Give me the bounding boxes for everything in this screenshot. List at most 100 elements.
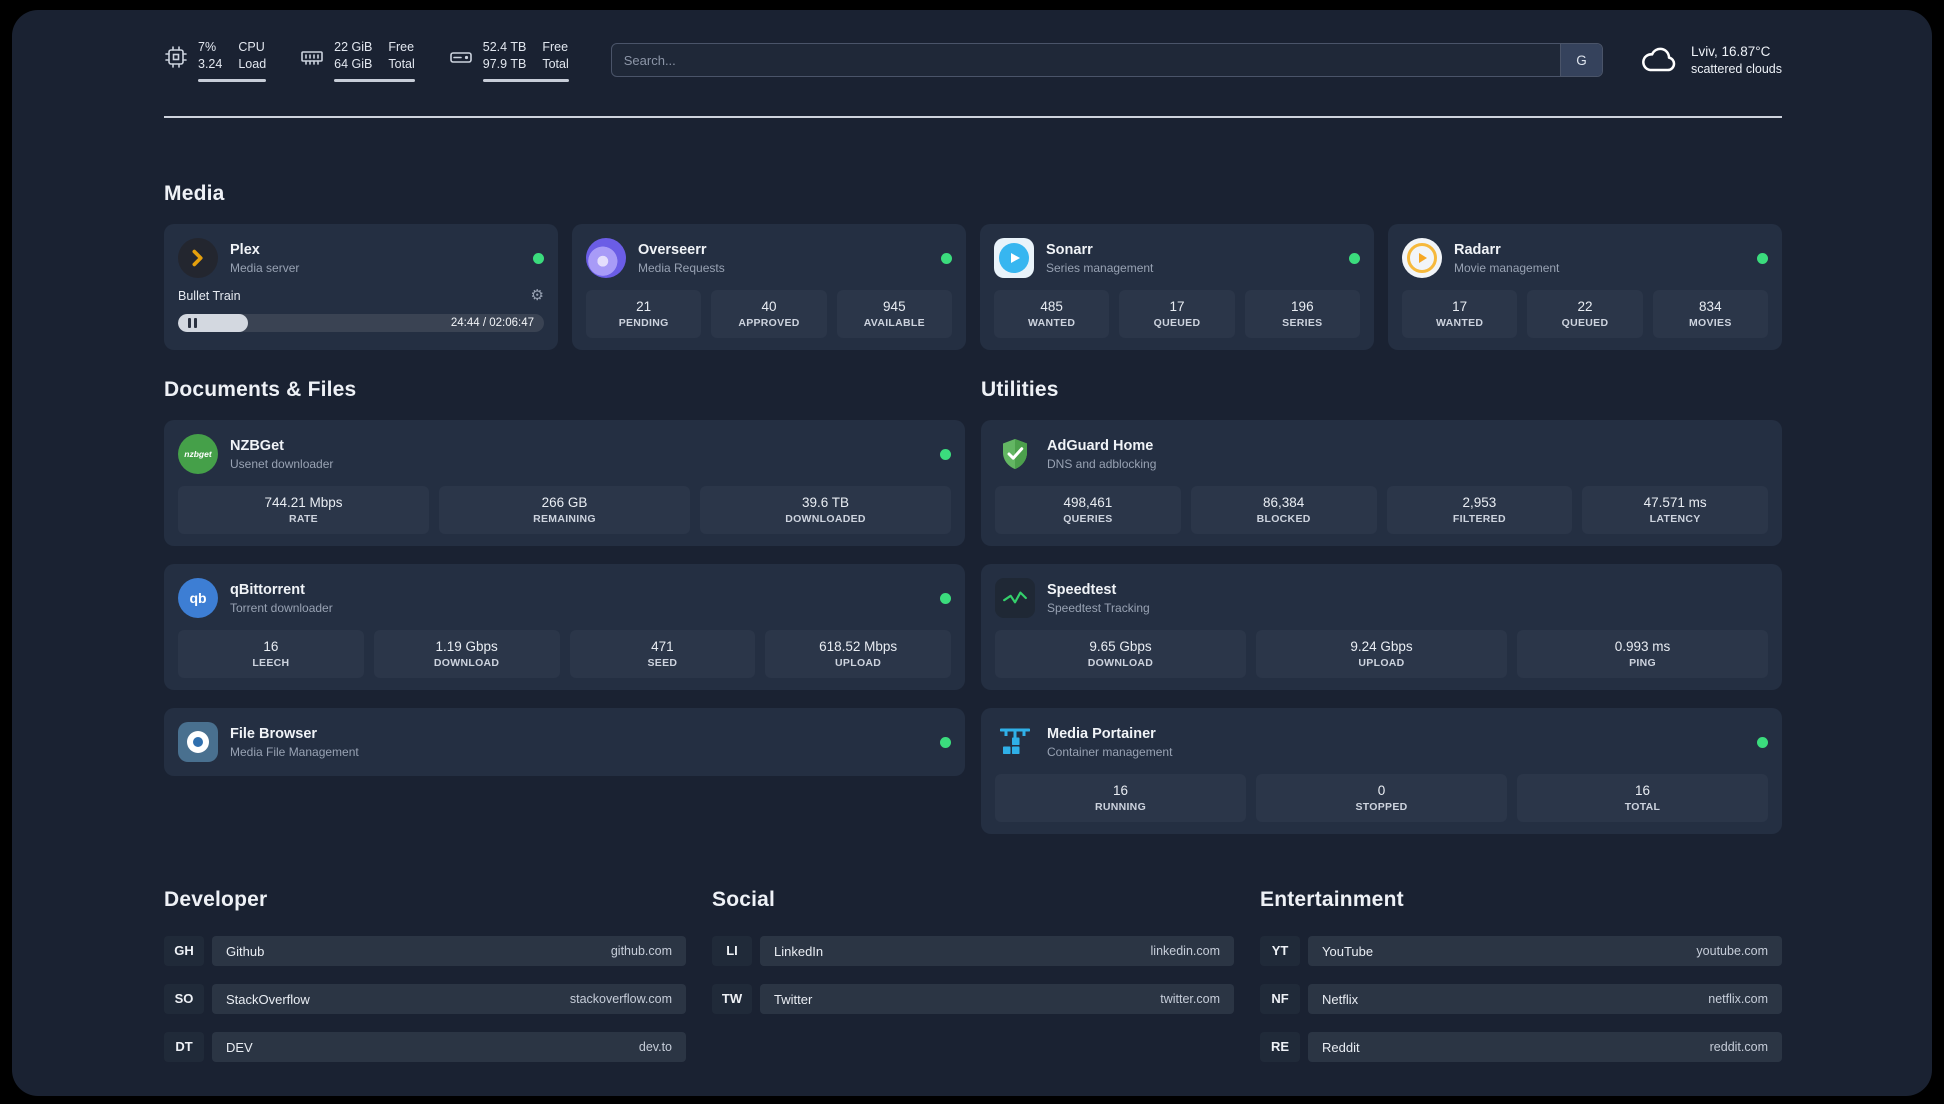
ram-total-value: 64 GiB [334,56,373,71]
player-seek-bar[interactable]: 24:44 / 02:06:47 [178,314,544,332]
radarr-stat-queued: 22 QUEUED [1527,290,1643,338]
plex-card: Plex Media server Bullet Train ⚙ 24:44 /… [164,224,558,350]
social-links: Social LI LinkedIn linkedin.com TW Twitt… [712,888,1234,1080]
adguard-stat-filtered: 2,953 FILTERED [1386,486,1573,534]
media-heading: Media [164,182,225,205]
nzbget-stat-downloaded: 39.6 TB DOWNLOADED [700,486,951,534]
plex-status-dot [533,252,544,264]
qbittorrent-stat-leech: 16 LEECH [178,630,364,678]
radarr-name: Radarr [1454,241,1501,258]
nzbget-app-link[interactable]: nzbget NZBGet Usenet downloader [178,432,951,476]
media-section: Media Plex Media server Bullet Train ⚙ 2… [164,182,1782,350]
radarr-icon [1402,238,1442,278]
nzbget-stat-rate: 744.21 Mbps RATE [178,486,429,534]
speedtest-name: Speedtest [1047,581,1117,598]
speedtest-stat-ping: 0.993 ms PING [1517,630,1768,678]
bookmark-stackoverflow[interactable]: SO StackOverflow stackoverflow.com [164,984,686,1014]
nzbget-icon: nzbget [178,434,218,474]
disk-total-label: Total [542,56,569,71]
plex-app-link[interactable]: Plex Media server [178,236,544,280]
disk-usage-bar [482,78,569,82]
system-monitors: 7% 3.24 CPU Load 22 GiB 64 GiB Free Tota… [164,39,569,82]
overseerr-app-link[interactable]: Overseerr Media Requests [586,236,952,280]
player-settings-gear-icon[interactable]: ⚙ [531,286,544,306]
cpu-icon [164,45,188,69]
qbittorrent-status-dot [940,592,951,604]
ram-free-value: 22 GiB [334,39,373,54]
linkedin-abbr: LI [712,936,752,966]
adguard-app-link[interactable]: AdGuard Home DNS and adblocking [995,432,1768,476]
adguard-stat-queries: 498,461 QUERIES [995,486,1181,534]
overseerr-stat-pending: 21 PENDING [586,290,702,338]
search-input[interactable] [611,44,1560,76]
player-time: 24:44 / 02:06:47 [450,317,534,329]
portainer-icon [995,722,1035,762]
bookmark-reddit[interactable]: RE Reddit reddit.com [1260,1032,1782,1062]
cpu-label: CPU [238,39,265,54]
overseerr-name: Overseerr [638,241,707,258]
plex-icon [178,238,218,278]
bookmark-netflix[interactable]: NF Netflix netflix.com [1260,984,1782,1014]
radarr-app-link[interactable]: Radarr Movie management [1402,236,1768,280]
search-engine-button[interactable]: G [1559,44,1602,76]
overseerr-subtitle: Media Requests [638,260,725,275]
now-playing-title: Bullet Train [178,289,241,303]
portainer-app-link[interactable]: Media Portainer Container management [995,720,1768,764]
sonarr-stat-queued: 17 QUEUED [1119,290,1235,338]
sonarr-subtitle: Series management [1046,260,1154,275]
adguard-subtitle: DNS and adblocking [1047,456,1157,471]
qbittorrent-app-link[interactable]: qb qBittorrent Torrent downloader [178,576,951,620]
sonarr-card: Sonarr Series management 485 WANTED 17 Q… [980,224,1374,350]
radarr-subtitle: Movie management [1454,260,1560,275]
nzbget-subtitle: Usenet downloader [230,456,334,471]
header-divider [164,116,1782,118]
top-bar: 7% 3.24 CPU Load 22 GiB 64 GiB Free Tota… [164,30,1782,90]
ram-free-label: Free [388,39,415,54]
disk-free-value: 52.4 TB [482,39,527,54]
overseerr-stat-available: 945 AVAILABLE [836,290,952,338]
qbittorrent-stat-upload: 618.52 Mbps UPLOAD [765,630,951,678]
social-heading: Social [712,888,776,911]
search-bar: G [610,43,1603,77]
portainer-stat-total: 16 TOTAL [1517,774,1768,822]
radarr-status-dot [1757,252,1768,264]
bookmark-linkedin[interactable]: LI LinkedIn linkedin.com [712,936,1234,966]
netflix-abbr: NF [1260,984,1300,1014]
portainer-card: Media Portainer Container management 16 … [981,708,1782,834]
cpu-percent: 7% [198,39,217,54]
plex-name: Plex [230,241,260,258]
sonarr-app-link[interactable]: Sonarr Series management [994,236,1360,280]
speedtest-card: Speedtest Speedtest Tracking 9.65 Gbps D… [981,564,1782,690]
dashboard-panel: 7% 3.24 CPU Load 22 GiB 64 GiB Free Tota… [12,10,1932,1096]
entertainment-heading: Entertainment [1260,888,1404,911]
ram-usage-bar [334,78,415,82]
cpu-monitor: 7% 3.24 CPU Load [164,39,267,82]
bookmark-dev[interactable]: DT DEV dev.to [164,1032,686,1062]
cpu-usage-bar [198,78,267,82]
portainer-subtitle: Container management [1047,744,1173,759]
bookmark-github[interactable]: GH Github github.com [164,936,686,966]
bookmark-youtube[interactable]: YT YouTube youtube.com [1260,936,1782,966]
plex-subtitle: Media server [230,260,300,275]
filebrowser-subtitle: Media File Management [230,744,359,759]
filebrowser-app-link[interactable]: File Browser Media File Management [178,720,951,764]
nzbget-status-dot [940,448,951,460]
nzbget-card: nzbget NZBGet Usenet downloader 744.21 M… [164,420,965,546]
ram-monitor: 22 GiB 64 GiB Free Total [300,39,415,82]
ram-icon [300,45,324,69]
stackoverflow-abbr: SO [164,984,204,1014]
weather-widget: Lviv, 16.87°C scattered clouds [1639,43,1782,78]
disk-free-label: Free [542,39,569,54]
speedtest-app-link[interactable]: Speedtest Speedtest Tracking [995,576,1768,620]
filebrowser-status-dot [940,736,951,748]
cpu-load-label: Load [238,56,267,71]
bookmark-twitter[interactable]: TW Twitter twitter.com [712,984,1234,1014]
utilities-heading: Utilities [981,378,1059,401]
qbittorrent-icon: qb [178,578,218,618]
pause-icon[interactable] [188,318,197,328]
portainer-name: Media Portainer [1047,725,1156,742]
filebrowser-name: File Browser [230,725,318,742]
portainer-status-dot [1757,736,1768,748]
entertainment-links: Entertainment YT YouTube youtube.com NF … [1260,888,1782,1080]
ram-total-label: Total [388,56,415,71]
